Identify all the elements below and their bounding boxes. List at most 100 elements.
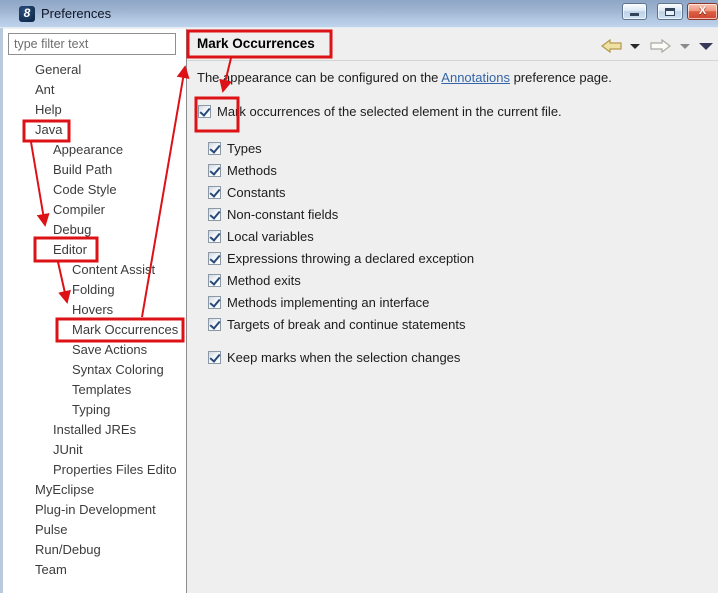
tree-item[interactable]: Properties Files Edito: [3, 460, 186, 480]
tree-item[interactable]: Team: [3, 560, 186, 580]
checkbox-icon[interactable]: [208, 317, 221, 331]
tree-item[interactable]: Hovers: [3, 300, 186, 320]
tree-item[interactable]: Folding: [3, 280, 186, 300]
option-checkbox-row[interactable]: Types: [208, 140, 474, 156]
tree-item-label: Hovers: [72, 302, 114, 317]
option-label: Methods implementing an interface: [227, 294, 430, 310]
forward-arrow-icon[interactable]: [649, 39, 671, 53]
tree-item[interactable]: Mark Occurrences: [3, 320, 186, 340]
option-label: Types: [227, 140, 262, 156]
tree-item-label: Ant: [35, 82, 55, 97]
tree-item-label: Content Assist: [72, 262, 156, 277]
tree-item[interactable]: Syntax Coloring: [3, 360, 186, 380]
tree-item-label: Run/Debug: [35, 542, 101, 557]
tree-item-label: Installed JREs: [53, 422, 137, 437]
checkbox-icon[interactable]: [208, 229, 221, 243]
tree-item-label: Compiler: [53, 202, 106, 217]
master-checkbox-label: Mark occurrences of the selected element…: [217, 104, 562, 119]
history-nav: [601, 39, 713, 53]
checkbox-icon[interactable]: [208, 141, 221, 155]
footer-checkbox-label: Keep marks when the selection changes: [227, 350, 461, 365]
option-checkbox-row[interactable]: Methods: [208, 162, 474, 178]
tree-item-label: Typing: [72, 402, 111, 417]
tree-item[interactable]: Java: [3, 120, 186, 140]
close-button[interactable]: X: [687, 3, 718, 20]
view-menu-dropdown-icon[interactable]: [699, 42, 713, 50]
mark-occurrences-page: Mark Occurrences The appearance can be c…: [187, 28, 718, 593]
filter-input[interactable]: [8, 33, 176, 55]
tree-item-label: Pulse: [35, 522, 68, 537]
checkbox-icon[interactable]: [208, 273, 221, 287]
keep-marks-checkbox-row[interactable]: Keep marks when the selection changes: [208, 350, 460, 365]
maximize-icon: [665, 8, 675, 16]
tree-item-label: Syntax Coloring: [72, 362, 164, 377]
annotations-link[interactable]: Annotations: [441, 70, 510, 85]
option-label: Method exits: [227, 272, 301, 288]
tree-item-label: Build Path: [53, 162, 113, 177]
checkbox-icon[interactable]: [208, 351, 221, 364]
tree-item[interactable]: Ant: [3, 80, 186, 100]
tree-item[interactable]: Templates: [3, 380, 186, 400]
option-checkbox-row[interactable]: Targets of break and continue statements: [208, 316, 474, 332]
tree-item-label: Folding: [72, 282, 115, 297]
back-arrow-icon[interactable]: [601, 39, 623, 53]
tree-item[interactable]: Help: [3, 100, 186, 120]
tree-item[interactable]: Save Actions: [3, 340, 186, 360]
checkbox-icon[interactable]: [208, 207, 221, 221]
tree-item[interactable]: Content Assist: [3, 260, 186, 280]
titlebar[interactable]: 8 Preferences X: [0, 0, 718, 28]
tree-item[interactable]: Debug: [3, 220, 186, 240]
tree-item[interactable]: MyEclipse: [3, 480, 186, 500]
tree-item-label: Debug: [53, 222, 92, 237]
checkbox-icon[interactable]: [208, 163, 221, 177]
tree-item-label: Properties Files Edito: [53, 462, 177, 477]
option-checkbox-row[interactable]: Method exits: [208, 272, 474, 288]
option-checkbox-row[interactable]: Local variables: [208, 228, 474, 244]
option-label: Expressions throwing a declared exceptio…: [227, 250, 475, 266]
tree-item-label: Templates: [72, 382, 132, 397]
option-label: Local variables: [227, 228, 314, 244]
option-checkbox-row[interactable]: Constants: [208, 184, 474, 200]
tree-item-label: Editor: [53, 242, 87, 257]
option-checkbox-row[interactable]: Non-constant fields: [208, 206, 474, 222]
tree-item[interactable]: Compiler: [3, 200, 186, 220]
tree-item[interactable]: Editor: [3, 240, 186, 260]
tree-item[interactable]: Code Style: [3, 180, 186, 200]
tree-item-label: Save Actions: [72, 342, 148, 357]
option-checkbox-row[interactable]: Methods implementing an interface: [208, 294, 474, 310]
minimize-icon: [630, 13, 639, 16]
maximize-button[interactable]: [657, 3, 683, 20]
tree-item[interactable]: Pulse: [3, 520, 186, 540]
tree-item[interactable]: JUnit: [3, 440, 186, 460]
checkbox-icon[interactable]: [208, 295, 221, 309]
checkbox-icon[interactable]: [208, 185, 221, 199]
tree-item[interactable]: Appearance: [3, 140, 186, 160]
tree-item-label: JUnit: [53, 442, 83, 457]
option-checkbox-row[interactable]: Expressions throwing a declared exceptio…: [208, 250, 474, 266]
tree-item[interactable]: Build Path: [3, 160, 186, 180]
tree-item-label: Code Style: [53, 182, 117, 197]
forward-menu-dropdown-icon[interactable]: [680, 43, 690, 49]
tree-item[interactable]: Run/Debug: [3, 540, 186, 560]
tree-item[interactable]: Installed JREs: [3, 420, 186, 440]
back-menu-dropdown-icon[interactable]: [630, 43, 640, 49]
checkbox-icon[interactable]: [208, 251, 221, 265]
tree-item-label: Mark Occurrences: [72, 322, 179, 337]
page-header: Mark Occurrences: [187, 28, 718, 61]
tree-item[interactable]: General: [3, 60, 186, 80]
minimize-button[interactable]: [622, 3, 647, 20]
tree-item-label: Plug-in Development: [35, 502, 156, 517]
preferences-sidebar: General Ant Help Java Appearance: [3, 29, 186, 593]
tree-item-label: General: [35, 62, 82, 77]
tree-item[interactable]: Plug-in Development: [3, 500, 186, 520]
intro-prefix: The appearance can be configured on the: [197, 70, 442, 85]
tree-item[interactable]: Typing: [3, 400, 186, 420]
intro-suffix: preference page.: [509, 70, 612, 85]
occurrence-options: Types Methods Constants Non-constant fie…: [208, 140, 474, 338]
mark-occurrences-master-checkbox-row[interactable]: Mark occurrences of the selected element…: [198, 104, 562, 119]
checkbox-icon[interactable]: [198, 105, 211, 118]
tree-item-label: Appearance: [53, 142, 124, 157]
preferences-window: 8 Preferences X General Ant Help: [0, 0, 718, 593]
tree-item-label: Java: [35, 122, 63, 137]
option-label: Constants: [227, 184, 286, 200]
